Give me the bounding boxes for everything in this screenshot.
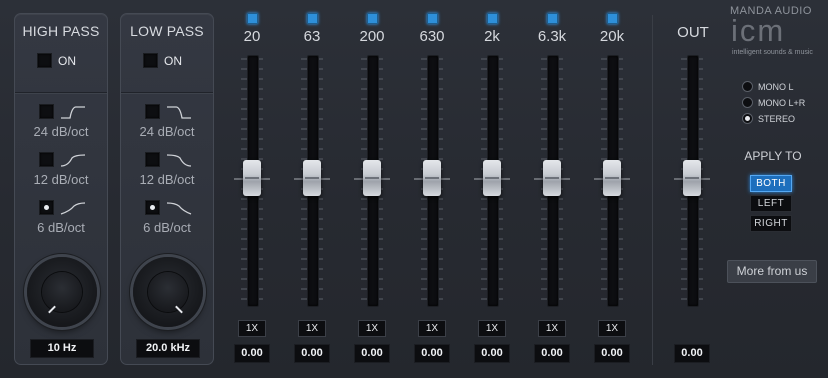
band-3-gain-value[interactable]: 0.00 [414,344,450,363]
low-pass-title: LOW PASS [130,23,204,39]
lowpass-curve-steep-icon [167,105,191,119]
low-pass-slope-24-label: 24 dB/oct [139,124,195,139]
output-fader-thumb[interactable] [683,160,701,196]
low-pass-slope-6[interactable]: 6 dB/oct [121,200,213,244]
logo-name: icm [731,13,786,48]
lowpass-curve-gentle-icon [166,201,192,215]
band-1-multiplier-button[interactable]: 1X [298,320,326,337]
high-pass-slope-24[interactable]: 24 dB/oct [15,104,107,148]
band-3-led [427,13,438,24]
mode-mono-lr[interactable]: MONO L+R [742,97,805,108]
high-pass-on-checkbox[interactable] [37,53,52,68]
low-pass-frequency-knob[interactable] [133,257,203,327]
band-6-gain-value[interactable]: 0.00 [594,344,630,363]
logo-tagline: intelligent sounds & music [732,49,813,56]
band-6-led [607,13,618,24]
high-pass-on-label: ON [58,53,76,68]
low-pass-on-label: ON [164,53,182,68]
high-pass-slope-12-label: 12 dB/oct [33,172,89,187]
high-pass-divider [15,92,107,94]
high-pass-panel: HIGH PASS ON 24 dB/oct 12 dB/oct 6 dB/oc… [14,13,108,365]
high-pass-frequency-value[interactable]: 10 Hz [30,339,94,358]
high-pass-title: HIGH PASS [22,23,100,39]
band-1-frequency: 63 [303,28,321,45]
apply-right-button[interactable]: RIGHT [750,215,792,232]
high-pass-slope-6-label: 6 dB/oct [37,220,85,235]
low-pass-slope-24[interactable]: 24 dB/oct [121,104,213,148]
mode-mono-lr-radio[interactable] [742,97,753,108]
low-pass-slope-12-label: 12 dB/oct [139,172,195,187]
band-5-multiplier-button[interactable]: 1X [538,320,566,337]
mode-mono-l-label: MONO L [758,81,794,92]
mode-mono-l-radio[interactable] [742,81,753,92]
band-1-fader-thumb[interactable] [303,160,321,196]
band-4-multiplier-button[interactable]: 1X [478,320,506,337]
band-5-fader-thumb[interactable] [543,160,561,196]
mode-mono-lr-label: MONO L+R [758,97,806,108]
low-pass-slope-24-checkbox[interactable] [145,104,160,119]
low-pass-panel: LOW PASS ON 24 dB/oct 12 dB/oct 6 dB/oct… [120,13,214,365]
band-5-led [547,13,558,24]
high-pass-slope-6[interactable]: 6 dB/oct [15,200,107,244]
band-1-led [307,13,318,24]
mode-stereo[interactable]: STEREO [742,113,795,124]
mode-mono-l[interactable]: MONO L [742,81,794,92]
band-4-led [487,13,498,24]
band-2-gain-value[interactable]: 0.00 [354,344,390,363]
output-label: OUT [677,24,709,41]
high-pass-slope-24-checkbox[interactable] [39,104,54,119]
band-1-gain-value[interactable]: 0.00 [294,344,330,363]
low-pass-frequency-value[interactable]: 20.0 kHz [136,339,200,358]
band-3-fader-thumb[interactable] [423,160,441,196]
high-pass-slope-6-checkbox[interactable] [39,200,54,215]
apply-to-label: APPLY TO [744,149,802,163]
band-0-frequency: 20 [243,28,261,45]
band-6-frequency: 20k [599,28,625,45]
lowpass-curve-medium-icon [166,153,192,167]
apply-both-button[interactable]: BOTH [750,175,792,192]
highpass-curve-gentle-icon [60,201,86,215]
band-4-frequency: 2k [484,28,500,45]
low-pass-slope-12[interactable]: 12 dB/oct [121,152,213,196]
high-pass-on-toggle[interactable]: ON [37,53,76,68]
low-pass-slope-6-label: 6 dB/oct [143,220,191,235]
band-4-fader-thumb[interactable] [483,160,501,196]
high-pass-frequency-knob[interactable] [27,257,97,327]
band-0-multiplier-button[interactable]: 1X [238,320,266,337]
band-5-gain-value[interactable]: 0.00 [534,344,570,363]
band-2-fader-thumb[interactable] [363,160,381,196]
low-pass-on-checkbox[interactable] [143,53,158,68]
band-2-multiplier-button[interactable]: 1X [358,320,386,337]
more-from-us-button[interactable]: More from us [727,260,817,283]
band-0-fader-thumb[interactable] [243,160,261,196]
highpass-curve-steep-icon [61,105,85,119]
output-divider [652,15,653,365]
band-0-led [247,13,258,24]
low-pass-slope-12-checkbox[interactable] [145,152,160,167]
band-4-gain-value[interactable]: 0.00 [474,344,510,363]
band-3-frequency: 630 [419,28,445,45]
high-pass-slope-24-label: 24 dB/oct [33,124,89,139]
band-6-fader-thumb[interactable] [603,160,621,196]
apply-left-button[interactable]: LEFT [750,195,792,212]
output-gain-value[interactable]: 0.00 [674,344,710,363]
low-pass-slope-6-checkbox[interactable] [145,200,160,215]
low-pass-divider [121,92,213,94]
mode-stereo-radio[interactable] [742,113,753,124]
mode-stereo-label: STEREO [758,113,796,124]
band-3-multiplier-button[interactable]: 1X [418,320,446,337]
band-5-frequency: 6.3k [537,28,567,45]
highpass-curve-medium-icon [60,153,86,167]
band-6-multiplier-button[interactable]: 1X [598,320,626,337]
high-pass-slope-12-checkbox[interactable] [39,152,54,167]
band-2-frequency: 200 [359,28,385,45]
band-2-led [367,13,378,24]
band-0-gain-value[interactable]: 0.00 [234,344,270,363]
low-pass-on-toggle[interactable]: ON [143,53,182,68]
high-pass-slope-12[interactable]: 12 dB/oct [15,152,107,196]
